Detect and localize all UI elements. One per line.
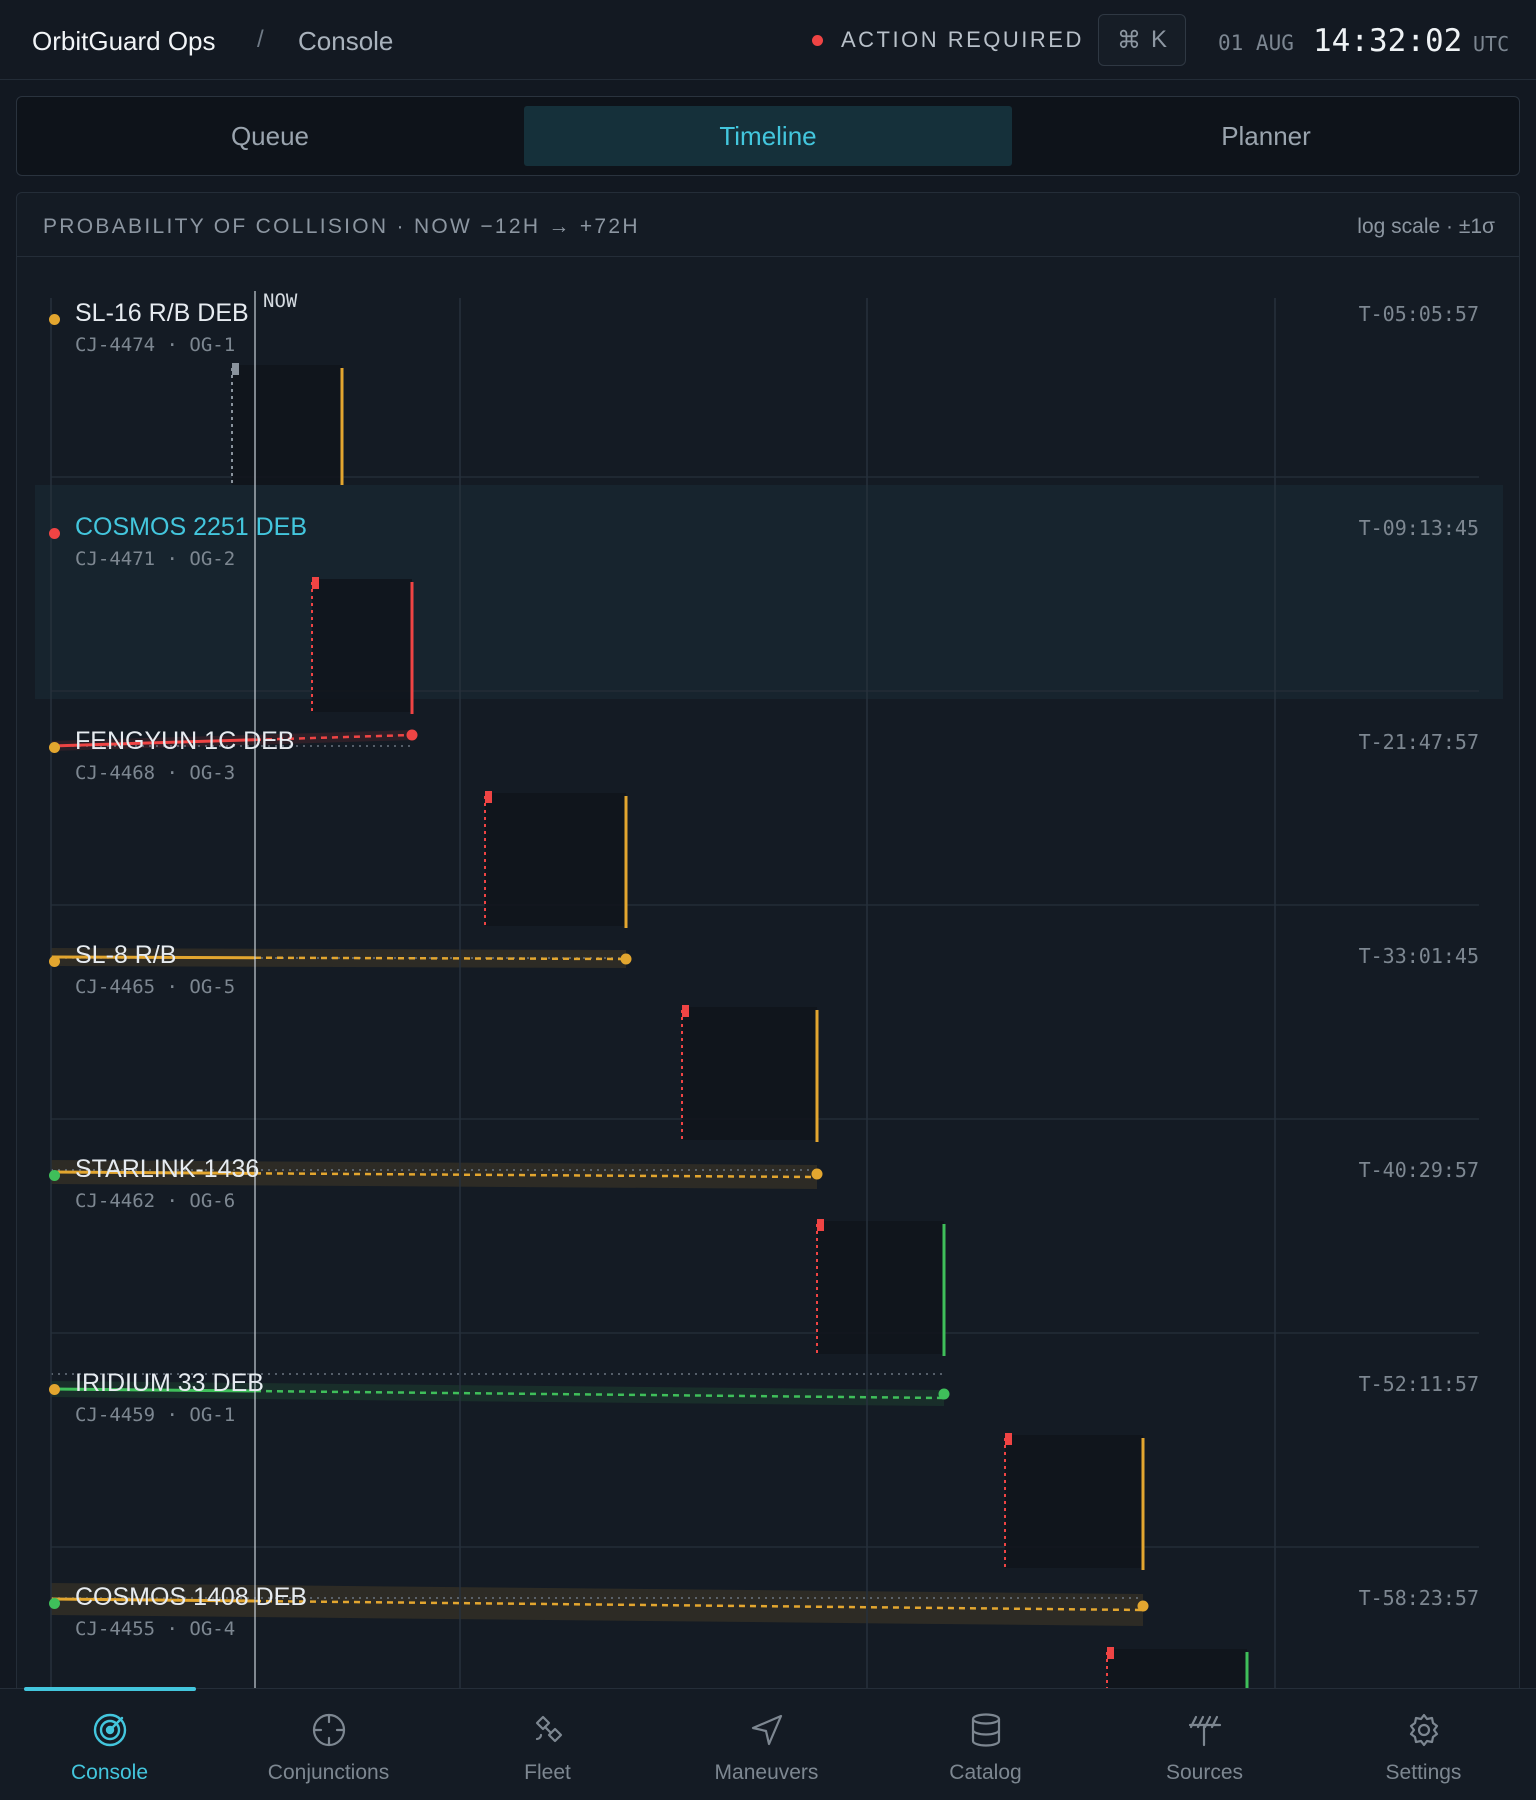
object-name: COSMOS 1408 DEB <box>75 1583 308 1611</box>
status-dot <box>49 528 60 539</box>
tca-point <box>620 953 632 965</box>
object-name: STARLINK-1436 <box>75 1155 260 1183</box>
deadline-flag-icon <box>485 791 492 803</box>
top-bar: OrbitGuard Ops / Console ACTION REQUIRED… <box>0 0 1536 80</box>
object-name: SL-8 R/B <box>75 941 177 969</box>
navigation-icon <box>751 1714 782 1746</box>
object-ids: CJ-4462 · OG-6 <box>75 1190 236 1212</box>
tca-point <box>1137 1600 1149 1612</box>
now-label: NOW <box>263 290 298 312</box>
database-icon <box>971 1713 1000 1747</box>
object-name: FENGYUN 1C DEB <box>75 727 295 755</box>
object-ids: CJ-4459 · OG-1 <box>75 1404 236 1426</box>
status-dot <box>49 1384 60 1395</box>
status-dot <box>49 1598 60 1609</box>
conjunction-row[interactable]: SL-8 R/B CJ-4465 · OG-5 <box>75 941 235 998</box>
command-key-icon: ⌘ <box>1116 26 1141 54</box>
radar-icon <box>93 1713 126 1747</box>
tca-window <box>1005 1435 1143 1568</box>
nav-maneuvers[interactable]: Maneuvers <box>657 1689 876 1800</box>
tca-countdown: T-21:47:57 <box>1358 730 1479 754</box>
object-name: SL-16 R/B DEB <box>75 299 249 327</box>
nav-console[interactable]: Console <box>0 1689 219 1800</box>
nav-label: Catalog <box>949 1761 1022 1784</box>
collision-timeline-panel: PROBABILITY OF COLLISION · NOW −12H → +7… <box>16 192 1520 1692</box>
object-ids: CJ-4455 · OG-4 <box>75 1618 236 1640</box>
deadline-flag-icon <box>312 577 319 589</box>
conjunction-row[interactable]: COSMOS 2251 DEB CJ-4471 · OG-2 <box>75 513 307 570</box>
current-date: 01 AUG <box>1218 31 1294 55</box>
nav-fleet[interactable]: Fleet <box>438 1689 657 1800</box>
status-dot <box>49 742 60 753</box>
app-brand[interactable]: OrbitGuard Ops <box>32 26 216 57</box>
tca-countdown: T-58:23:57 <box>1358 1586 1479 1610</box>
object-ids: CJ-4474 · OG-1 <box>75 334 236 356</box>
tca-countdown: T-09:13:45 <box>1358 516 1479 540</box>
nav-label: Maneuvers <box>714 1761 819 1784</box>
conjunction-row[interactable]: FENGYUN 1C DEB CJ-4468 · OG-3 <box>75 727 294 784</box>
tab-timeline[interactable]: Timeline <box>524 106 1012 166</box>
tca-point <box>938 1388 950 1400</box>
object-ids: CJ-4468 · OG-3 <box>75 762 236 784</box>
crosshair-icon <box>312 1713 345 1747</box>
status-dot <box>49 956 60 967</box>
deadline-flag-icon <box>682 1005 689 1017</box>
satellite-icon <box>535 1715 562 1743</box>
tca-window <box>232 365 342 498</box>
alert-dot-icon <box>812 34 823 46</box>
tca-window <box>312 579 412 712</box>
conjunction-row[interactable]: STARLINK-1436 CJ-4462 · OG-6 <box>75 1155 259 1212</box>
tca-point <box>811 1168 823 1180</box>
nav-conjunctions[interactable]: Conjunctions <box>219 1689 438 1800</box>
view-tabs: Queue Timeline Planner <box>16 96 1520 176</box>
object-ids: CJ-4465 · OG-5 <box>75 976 236 998</box>
tca-countdown: T-52:11:57 <box>1358 1372 1479 1396</box>
tab-queue[interactable]: Queue <box>26 106 514 166</box>
nav-label: Conjunctions <box>267 1761 390 1784</box>
tca-countdown: T-05:05:57 <box>1358 302 1479 326</box>
command-palette-button[interactable]: ⌘ K <box>1098 14 1186 66</box>
antenna-icon <box>1188 1715 1221 1747</box>
tca-countdown: T-40:29:57 <box>1358 1158 1479 1182</box>
conjunction-row[interactable]: COSMOS 1408 DEB CJ-4455 · OG-4 <box>75 1583 307 1640</box>
status-dot <box>49 1170 60 1181</box>
nav-label: Fleet <box>524 1761 571 1784</box>
nav-sources[interactable]: Sources <box>1095 1689 1314 1800</box>
action-required-status[interactable]: ACTION REQUIRED <box>812 27 1084 53</box>
conjunction-row[interactable]: SL-16 R/B DEB CJ-4474 · OG-1 <box>75 299 249 356</box>
tca-window <box>485 793 626 926</box>
nav-label: Console <box>70 1761 149 1784</box>
shortcut-key-label: K <box>1150 26 1167 53</box>
status-dot <box>49 314 60 325</box>
tca-countdown: T-33:01:45 <box>1358 944 1479 968</box>
object-name: COSMOS 2251 DEB <box>75 513 308 541</box>
object-ids: CJ-4471 · OG-2 <box>75 548 236 570</box>
timezone-label: UTC <box>1473 32 1510 56</box>
tab-planner[interactable]: Planner <box>1022 106 1510 166</box>
current-time: 14:32:02 <box>1313 23 1463 59</box>
tca-point <box>406 729 418 741</box>
nav-catalog[interactable]: Catalog <box>876 1689 1095 1800</box>
deadline-flag-icon <box>1107 1647 1114 1659</box>
conjunction-row[interactable]: IRIDIUM 33 DEB CJ-4459 · OG-1 <box>75 1369 264 1426</box>
object-name: IRIDIUM 33 DEB <box>75 1369 264 1397</box>
nav-label: Sources <box>1165 1761 1244 1784</box>
tca-window <box>817 1221 944 1354</box>
nav-label: Settings <box>1385 1761 1462 1784</box>
timeline-chart: NOW <box>35 290 1503 1691</box>
deadline-flag-icon <box>232 363 239 375</box>
tca-window <box>1107 1649 1247 1691</box>
breadcrumb-separator: / <box>257 26 264 53</box>
alert-label: ACTION REQUIRED <box>841 27 1084 52</box>
nav-settings[interactable]: Settings <box>1314 1689 1533 1800</box>
tca-window <box>682 1007 817 1140</box>
deadline-flag-icon <box>817 1219 824 1231</box>
deadline-flag-icon <box>1005 1433 1012 1445</box>
bottom-navigation: Console Conjunctions Fleet Maneuvers Cat… <box>0 1687 1536 1800</box>
gear-icon <box>1409 1713 1438 1747</box>
breadcrumb-current[interactable]: Console <box>298 26 393 57</box>
